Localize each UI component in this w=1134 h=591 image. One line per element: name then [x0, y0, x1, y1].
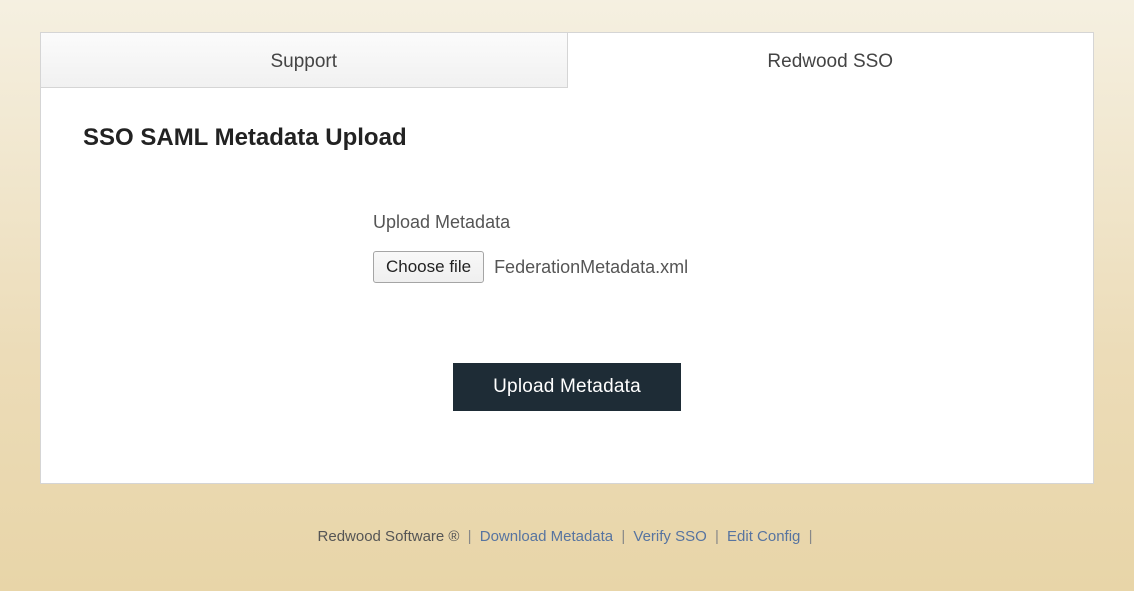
- tab-support[interactable]: Support: [41, 33, 568, 88]
- choose-file-button[interactable]: Choose file: [373, 251, 484, 283]
- submit-row: Upload Metadata: [83, 363, 1051, 411]
- page-container: Support Redwood SSO SSO SAML Metadata Up…: [0, 0, 1134, 545]
- verify-sso-link[interactable]: Verify SSO: [633, 528, 706, 545]
- footer-separator: |: [621, 528, 625, 545]
- selected-filename: FederationMetadata.xml: [494, 257, 688, 278]
- main-panel: Support Redwood SSO SSO SAML Metadata Up…: [40, 32, 1094, 484]
- upload-metadata-button[interactable]: Upload Metadata: [453, 363, 681, 411]
- page-title: SSO SAML Metadata Upload: [83, 124, 1051, 152]
- upload-metadata-label: Upload Metadata: [373, 212, 1051, 233]
- tab-redwood-sso[interactable]: Redwood SSO: [568, 33, 1094, 88]
- footer: Redwood Software ® | Download Metadata |…: [40, 528, 1094, 545]
- download-metadata-link[interactable]: Download Metadata: [480, 528, 613, 545]
- edit-config-link[interactable]: Edit Config: [727, 528, 800, 545]
- footer-separator: |: [809, 528, 813, 545]
- footer-brand: Redwood Software ®: [318, 528, 464, 545]
- file-input-row: Choose file FederationMetadata.xml: [373, 251, 1051, 283]
- content-area: SSO SAML Metadata Upload Upload Metadata…: [41, 88, 1093, 451]
- footer-separator: |: [715, 528, 719, 545]
- footer-separator: |: [468, 528, 472, 545]
- tab-bar: Support Redwood SSO: [41, 33, 1093, 88]
- upload-section: Upload Metadata Choose file FederationMe…: [373, 212, 1051, 283]
